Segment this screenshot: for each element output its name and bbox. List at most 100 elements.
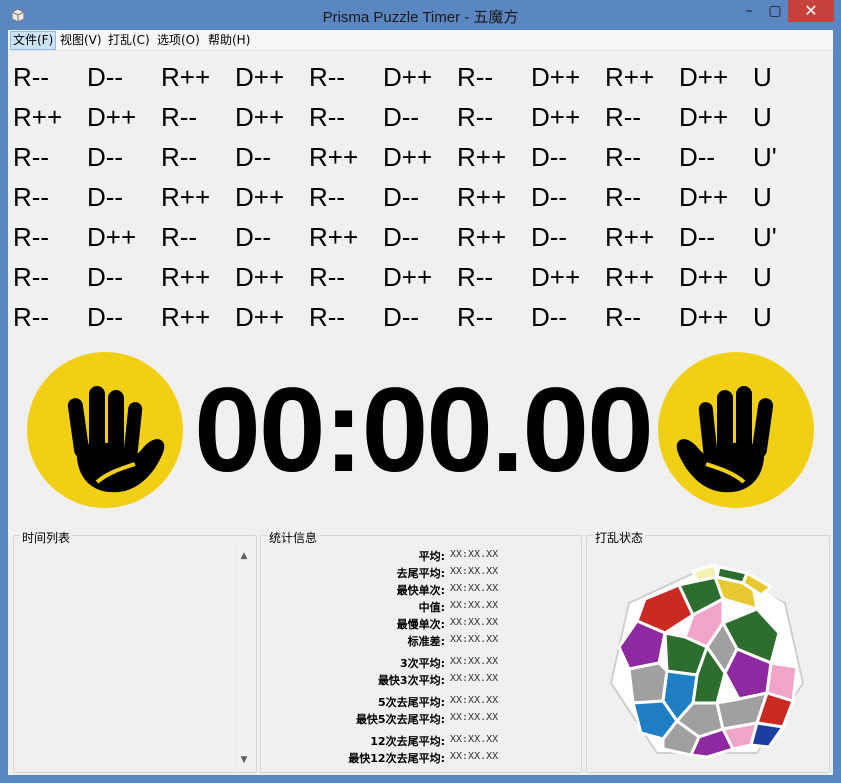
scramble-move: D-- <box>87 302 124 332</box>
stat-value: XX:XX.XX <box>450 583 499 594</box>
stat-label: 3次平均: <box>399 657 445 670</box>
scramble-move: D-- <box>235 142 272 172</box>
stat-row: 最快3次平均: XX:XX.XX <box>261 672 581 689</box>
scramble-move: D-- <box>531 302 568 332</box>
title-bar[interactable]: Prisma Puzzle Timer - 五魔方 – ▢ ✕ <box>0 0 841 30</box>
stat-value: XX:XX.XX <box>450 751 499 762</box>
scramble-move: R++ <box>457 182 507 212</box>
scramble-move: R++ <box>605 262 655 292</box>
scramble-move: R++ <box>13 102 63 132</box>
scramble-move: R-- <box>605 142 642 172</box>
scramble-move: U' <box>753 222 777 252</box>
stat-label: 12次去尾平均: <box>370 735 445 748</box>
stat-label: 5次去尾平均: <box>377 696 445 709</box>
scramble-move: D-- <box>383 102 420 132</box>
scramble-move: D++ <box>235 262 285 292</box>
scramble-move: U' <box>753 142 777 172</box>
scroll-down-arrow[interactable]: ▼ <box>236 752 252 768</box>
client-area: 文件(F) 视图(V) 打乱(C) 选项(O) 帮助(H) R-- D-- R++ D… <box>8 30 833 775</box>
stat-value: XX:XX.XX <box>450 600 499 611</box>
scramble-move: R++ <box>457 222 507 252</box>
scramble-state-title: 打乱状态 <box>593 529 646 546</box>
minimize-button[interactable]: – <box>736 0 762 22</box>
stat-value: XX:XX.XX <box>450 566 499 577</box>
scramble-move: R-- <box>605 302 642 332</box>
scramble-move: D++ <box>87 102 137 132</box>
scramble-move: D++ <box>679 102 729 132</box>
close-button[interactable]: ✕ <box>788 0 834 22</box>
scramble-move: D-- <box>87 62 124 92</box>
stat-value: XX:XX.XX <box>450 617 499 628</box>
scramble-move: U <box>753 182 772 212</box>
scramble-move: D++ <box>87 222 137 252</box>
stat-label: 标准差: <box>407 635 445 648</box>
stat-label: 最快3次平均: <box>377 674 445 687</box>
scramble-move: U <box>753 262 772 292</box>
scramble-move: D++ <box>679 262 729 292</box>
scramble-move: D-- <box>531 182 568 212</box>
scramble-move: D-- <box>383 222 420 252</box>
scramble-move: D-- <box>87 182 124 212</box>
scramble-move: R-- <box>605 182 642 212</box>
maximize-button[interactable]: ▢ <box>762 0 788 22</box>
stat-label: 最快5次去尾平均: <box>355 713 445 726</box>
scramble-move: D++ <box>383 62 433 92</box>
menu-options[interactable]: 选项(O) <box>155 32 202 49</box>
scramble-move: U <box>753 102 772 132</box>
scramble-move: D-- <box>531 142 568 172</box>
scramble-move: R-- <box>309 302 346 332</box>
stat-row: 最快单次: XX:XX.XX <box>261 582 581 599</box>
scramble-move: R++ <box>605 222 655 252</box>
scramble-move: D-- <box>679 222 716 252</box>
stat-label: 中值: <box>418 601 445 614</box>
scramble-move: D++ <box>235 62 285 92</box>
scramble-move: R++ <box>161 182 211 212</box>
menu-view[interactable]: 视图(V) <box>58 32 104 49</box>
scramble-move: R-- <box>13 182 50 212</box>
scramble-move: R-- <box>13 222 50 252</box>
scramble-move: R-- <box>13 62 50 92</box>
scramble-move: D++ <box>235 182 285 212</box>
time-list-scrollbar[interactable]: ▲ ▼ <box>235 546 252 770</box>
scramble-move: D++ <box>531 262 581 292</box>
scramble-move: R-- <box>457 62 494 92</box>
stat-row: 5次去尾平均: XX:XX.XX <box>261 694 581 711</box>
time-list[interactable]: ▲ ▼ <box>19 546 252 770</box>
scramble-move: D++ <box>679 302 729 332</box>
stat-label: 最快单次: <box>396 584 445 597</box>
stat-value: XX:XX.XX <box>450 712 499 723</box>
scramble-move: R-- <box>309 102 346 132</box>
megaminx-preview <box>609 563 805 759</box>
menu-scramble[interactable]: 打乱(C) <box>106 32 152 49</box>
scramble-move: R-- <box>605 102 642 132</box>
scramble-move: D-- <box>235 222 272 252</box>
scramble-move: R-- <box>13 142 50 172</box>
stat-label: 最快12次去尾平均: <box>348 752 445 765</box>
scramble-move: R-- <box>457 102 494 132</box>
scramble-move: R++ <box>309 142 359 172</box>
scramble-move: R++ <box>605 62 655 92</box>
scramble-display: R-- D-- R++ D++ R-- D++ R-- D++ R++ D++ U R++ D++ R--… <box>8 52 833 342</box>
scramble-move: D-- <box>87 142 124 172</box>
stat-label: 最慢单次: <box>396 618 445 631</box>
scramble-move: D++ <box>679 62 729 92</box>
scramble-move: R-- <box>13 262 50 292</box>
scramble-move: U <box>753 302 772 332</box>
stat-row: 标准差: XX:XX.XX <box>261 633 581 650</box>
menu-help[interactable]: 帮助(H) <box>206 32 252 49</box>
right-hand-indicator[interactable] <box>658 352 814 508</box>
scramble-move: R++ <box>161 62 211 92</box>
window-title: Prisma Puzzle Timer - 五魔方 <box>322 9 519 26</box>
stat-label: 去尾平均: <box>396 567 445 580</box>
left-hand-indicator[interactable] <box>27 352 183 508</box>
scramble-move: R++ <box>309 222 359 252</box>
scramble-move: R-- <box>309 182 346 212</box>
scroll-up-arrow[interactable]: ▲ <box>236 548 252 564</box>
stat-value: XX:XX.XX <box>450 634 499 645</box>
time-list-title: 时间列表 <box>20 529 73 546</box>
stat-row: 12次去尾平均: XX:XX.XX <box>261 733 581 750</box>
stat-row: 最快5次去尾平均: XX:XX.XX <box>261 711 581 728</box>
menu-file[interactable]: 文件(F) <box>10 31 57 50</box>
scramble-move: D++ <box>383 142 433 172</box>
scramble-move: D-- <box>87 262 124 292</box>
